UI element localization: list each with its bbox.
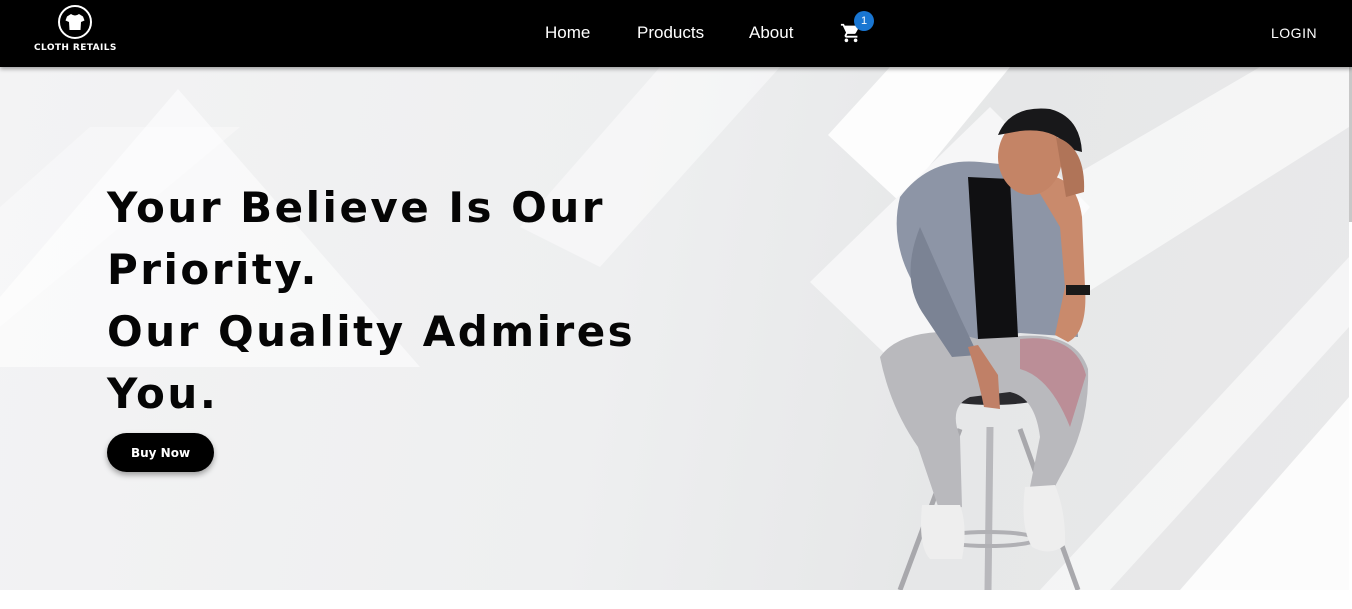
hero-headline: Your Believe Is Our Priority. Our Qualit… xyxy=(107,177,667,425)
brand-name: CLOTH RETAILS xyxy=(34,43,117,53)
nav-link-home[interactable]: Home xyxy=(545,23,590,43)
headline-line-1: Your Believe Is Our xyxy=(107,183,605,232)
hero-model-image xyxy=(880,108,1090,590)
logo-badge xyxy=(58,5,92,39)
cart-button[interactable]: 1 xyxy=(840,11,880,50)
headline-line-3: Our Quality Admires xyxy=(107,307,636,356)
nav-link-about[interactable]: About xyxy=(749,23,793,43)
headline-line-2: Priority. xyxy=(107,245,319,294)
cart-count-badge: 1 xyxy=(854,11,874,31)
headline-line-4: You. xyxy=(107,369,219,418)
tshirt-icon xyxy=(65,14,85,30)
buy-now-button[interactable]: Buy Now xyxy=(107,433,214,472)
login-link[interactable]: LOGIN xyxy=(1271,25,1317,41)
top-navbar: CLOTH RETAILS Home Products About 1 LOGI… xyxy=(0,0,1352,67)
nav-link-products[interactable]: Products xyxy=(637,23,704,43)
brand-logo[interactable]: CLOTH RETAILS xyxy=(34,5,116,59)
hero-section: Your Believe Is Our Priority. Our Qualit… xyxy=(0,67,1349,590)
